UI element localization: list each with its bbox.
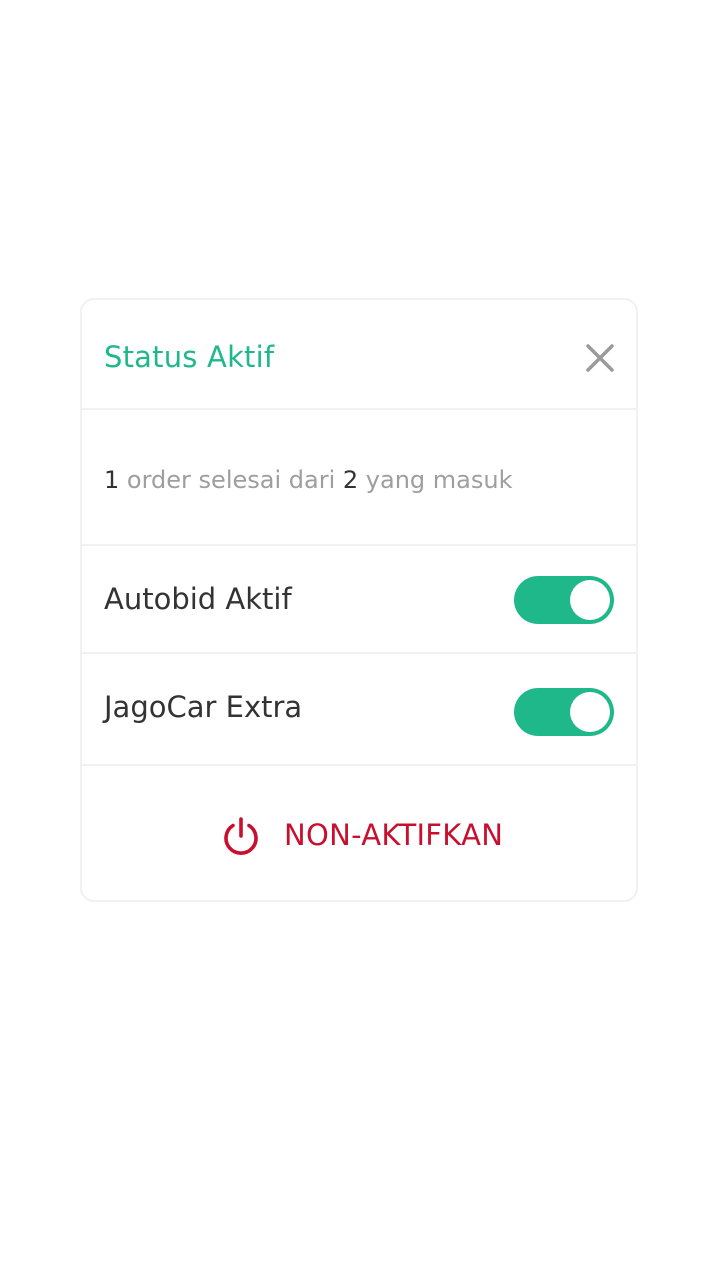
toggle-knob bbox=[570, 580, 610, 620]
jagocar-extra-row: JagoCar Extra bbox=[82, 654, 636, 766]
summary-mid-text: order selesai dari bbox=[126, 466, 336, 494]
autobid-row: Autobid Aktif bbox=[82, 546, 636, 654]
toggle-knob bbox=[570, 692, 610, 732]
order-summary-text: 1 order selesai dari 2 yang masuk bbox=[104, 466, 512, 494]
deactivate-label: NON-AKTIFKAN bbox=[284, 818, 504, 852]
jagocar-extra-toggle[interactable] bbox=[514, 688, 614, 736]
autobid-toggle[interactable] bbox=[514, 576, 614, 624]
power-icon bbox=[224, 817, 258, 855]
summary-end-text: yang masuk bbox=[365, 466, 513, 494]
status-dialog: Status Aktif 1 order selesai dari 2 yang… bbox=[80, 298, 638, 902]
autobid-label: Autobid Aktif bbox=[104, 582, 292, 616]
close-icon bbox=[586, 344, 614, 372]
jagocar-extra-label: JagoCar Extra bbox=[104, 690, 303, 724]
page: Status Aktif 1 order selesai dari 2 yang… bbox=[0, 0, 720, 1280]
incoming-count: 2 bbox=[342, 466, 359, 494]
dialog-title: Status Aktif bbox=[104, 340, 275, 374]
completed-count: 1 bbox=[104, 466, 120, 494]
order-summary: 1 order selesai dari 2 yang masuk bbox=[82, 410, 636, 546]
close-button[interactable] bbox=[580, 338, 620, 378]
deactivate-button[interactable]: NON-AKTIFKAN bbox=[82, 766, 636, 900]
dialog-header: Status Aktif bbox=[82, 300, 636, 410]
